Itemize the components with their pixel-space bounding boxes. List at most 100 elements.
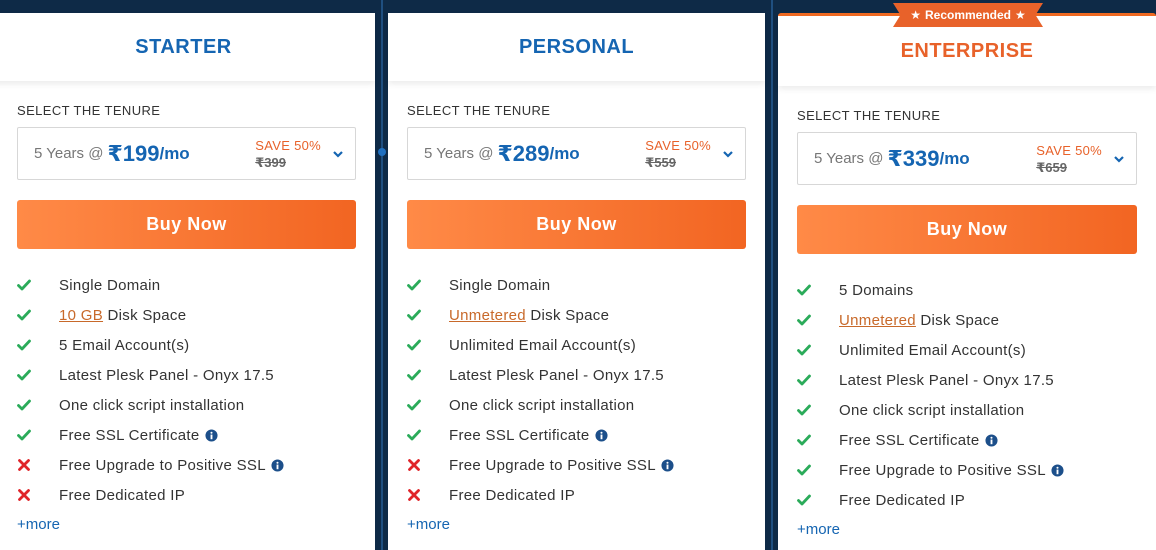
check-icon (407, 278, 435, 292)
tenure-price: ₹289 (497, 140, 550, 166)
info-icon[interactable] (204, 429, 218, 442)
feature-link[interactable]: Unmetered (839, 312, 916, 329)
feature-text: Latest Plesk Panel - Onyx 17.5 (59, 367, 274, 384)
feature-text: Free SSL Certificate (449, 427, 608, 444)
feature-list: Single Domain 10 GB Disk Space 5 Email Acc… (17, 270, 356, 510)
feature-item: Free Dedicated IP (797, 485, 1137, 515)
feature-label: Single Domain (449, 276, 551, 294)
feature-text: Free Dedicated IP (449, 487, 575, 504)
feature-text: Free SSL Certificate (839, 432, 998, 449)
feature-link[interactable]: Unmetered (449, 307, 526, 324)
plan-header: STARTER (0, 13, 375, 81)
feature-label: Free Upgrade to Positive SSL (839, 461, 1046, 479)
save-block: SAVE 50% ₹399 (255, 137, 321, 171)
feature-item: Free Dedicated IP (407, 480, 746, 510)
feature-text: Free Upgrade to Positive SSL (59, 457, 284, 474)
info-icon[interactable] (661, 459, 674, 472)
feature-text: Latest Plesk Panel - Onyx 17.5 (839, 372, 1054, 389)
plan-title: STARTER (135, 35, 232, 58)
feature-text: Single Domain (59, 277, 160, 294)
info-icon[interactable] (1051, 464, 1064, 477)
buy-now-button[interactable]: Buy Now (17, 200, 356, 249)
plan-card-enterprise: ★ Recommended ★ ENTERPRISE SELECT THE TE… (778, 3, 1156, 550)
plan-title: ENTERPRISE (900, 39, 1034, 62)
feature-label: 5 Email Account(s) (59, 336, 190, 354)
plan-card-starter: STARTER SELECT THE TENURE 5 Years @ ₹199… (0, 13, 375, 550)
feature-item: Unlimited Email Account(s) (407, 330, 746, 360)
feature-text: 10 GB Disk Space (59, 307, 186, 324)
check-icon (797, 463, 825, 477)
star-icon: ★ (910, 8, 921, 22)
more-link[interactable]: +more (17, 516, 356, 533)
feature-list: Single Domain Unmetered Disk Space Unlimit… (407, 270, 746, 510)
tenure-dropdown[interactable]: 5 Years @ ₹199 /mo SAVE 50% ₹399 (17, 127, 356, 180)
feature-item: Latest Plesk Panel - Onyx 17.5 (797, 365, 1137, 395)
info-icon[interactable] (271, 459, 284, 472)
feature-text: Free Upgrade to Positive SSL (839, 462, 1064, 479)
check-icon (17, 368, 45, 382)
tenure-dropdown[interactable]: 5 Years @ ₹339 /mo SAVE 50% ₹659 (797, 132, 1137, 185)
save-block: SAVE 50% ₹559 (645, 137, 711, 171)
feature-item: Latest Plesk Panel - Onyx 17.5 (17, 360, 356, 390)
feature-item: Free SSL Certificate (797, 425, 1137, 455)
check-icon (407, 428, 435, 442)
old-price: ₹399 (255, 154, 286, 170)
feature-item: One click script installation (17, 390, 356, 420)
feature-item: Unlimited Email Account(s) (797, 335, 1137, 365)
feature-item: Free SSL Certificate (407, 420, 746, 450)
feature-item: Free SSL Certificate (17, 420, 356, 450)
feature-item: Free Dedicated IP (17, 480, 356, 510)
feature-text: One click script installation (449, 397, 634, 414)
plan-card-personal: PERSONAL SELECT THE TENURE 5 Years @ ₹28… (388, 13, 765, 550)
info-icon[interactable] (594, 429, 608, 442)
feature-item: Latest Plesk Panel - Onyx 17.5 (407, 360, 746, 390)
buy-now-button[interactable]: Buy Now (797, 205, 1137, 254)
feature-item: Unmetered Disk Space (407, 300, 746, 330)
check-icon (797, 283, 825, 297)
check-icon (17, 278, 45, 292)
feature-item: Single Domain (407, 270, 746, 300)
feature-label: Latest Plesk Panel - Onyx 17.5 (839, 371, 1054, 389)
badge-label: Recommended (924, 8, 1012, 22)
tenure-per: /mo (159, 143, 190, 163)
feature-label: Latest Plesk Panel - Onyx 17.5 (449, 366, 664, 384)
old-price: ₹659 (1036, 159, 1067, 175)
feature-text: 5 Email Account(s) (59, 337, 189, 354)
more-link[interactable]: +more (407, 516, 746, 533)
feature-item: One click script installation (797, 395, 1137, 425)
check-icon (407, 368, 435, 382)
feature-text: Unlimited Email Account(s) (449, 337, 636, 354)
feature-item: 5 Domains (797, 275, 1137, 305)
check-icon (797, 403, 825, 417)
buy-now-button[interactable]: Buy Now (407, 200, 746, 249)
check-icon (797, 373, 825, 387)
star-icon: ★ (1015, 8, 1026, 22)
check-icon (17, 398, 45, 412)
check-icon (407, 338, 435, 352)
more-link[interactable]: +more (797, 521, 1137, 538)
feature-label: One click script installation (59, 396, 245, 414)
feature-item: Single Domain (17, 270, 356, 300)
tenure-price: ₹199 (107, 140, 160, 166)
info-icon[interactable] (984, 434, 998, 447)
feature-label: Single Domain (59, 276, 161, 294)
feature-item: Unmetered Disk Space (797, 305, 1137, 335)
save-percent: SAVE 50% (1036, 142, 1102, 158)
feature-label: Free SSL Certificate (59, 426, 200, 444)
tenure-dropdown[interactable]: 5 Years @ ₹289 /mo SAVE 50% ₹559 (407, 127, 746, 180)
check-icon (797, 433, 825, 447)
tenure-years: 5 Years @ (814, 150, 884, 167)
save-percent: SAVE 50% (255, 137, 321, 153)
feature-label: Unlimited Email Account(s) (839, 341, 1027, 359)
feature-label: Free Dedicated IP (59, 486, 185, 504)
feature-link[interactable]: 10 GB (59, 307, 103, 324)
feature-text: Free Upgrade to Positive SSL (449, 457, 674, 474)
check-icon (797, 313, 825, 327)
feature-item: Free Upgrade to Positive SSL (407, 450, 746, 480)
feature-item: 5 Email Account(s) (17, 330, 356, 360)
check-icon (17, 338, 45, 352)
feature-label: One click script installation (449, 396, 635, 414)
feature-text: Free Dedicated IP (59, 487, 185, 504)
feature-label: Latest Plesk Panel - Onyx 17.5 (59, 366, 274, 384)
old-price: ₹559 (645, 154, 676, 170)
